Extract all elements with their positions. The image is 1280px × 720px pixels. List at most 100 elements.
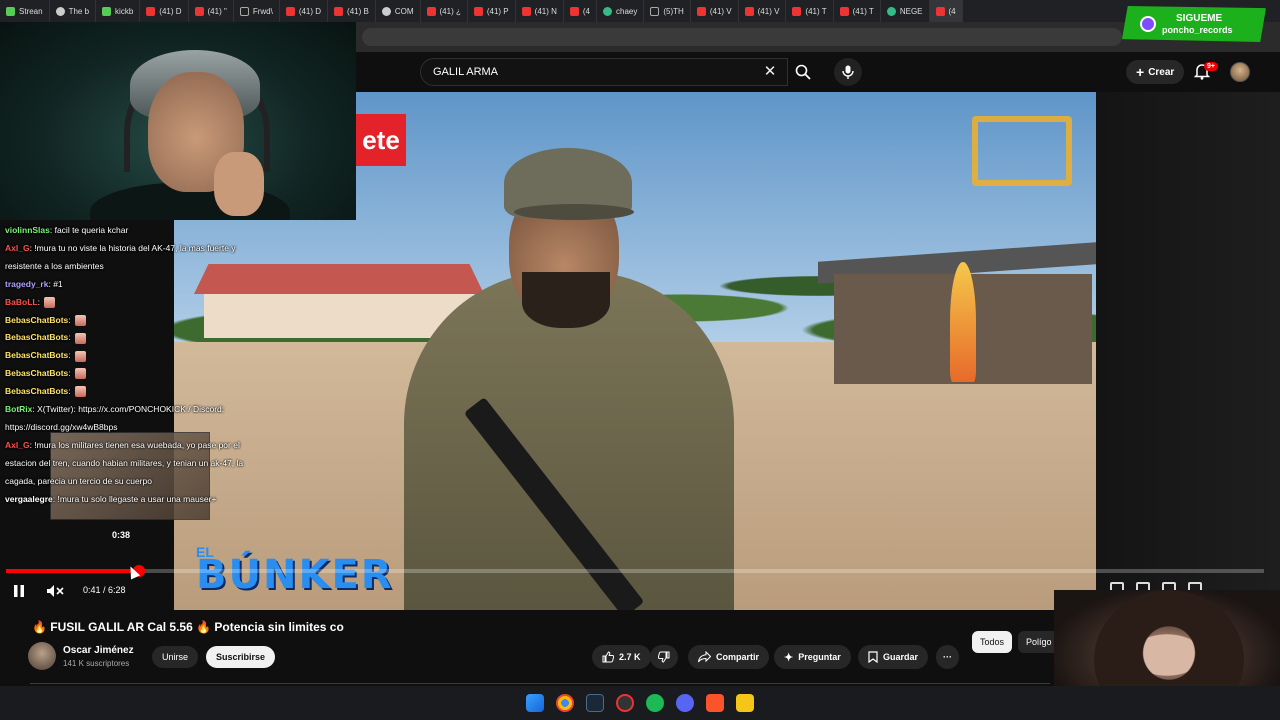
share-label: Compartir [716,652,760,662]
join-button[interactable]: Unirse [152,646,199,668]
chat-username[interactable]: Axl_G [5,440,30,450]
browser-tab[interactable]: chaey [597,0,645,22]
emote-icon [74,350,86,362]
chat-message: BaBoLL: [5,297,55,308]
video-title: 🔥 FUSIL GALIL AR Cal 5.56 🔥 Potencia sin… [32,620,344,634]
chip-all[interactable]: Todos [972,631,1013,653]
like-count: 2.7 K [619,652,641,662]
chat-username[interactable]: BebasChatBots [5,332,68,342]
youtube-icon [569,6,579,16]
browser-tab[interactable]: Strean [0,0,50,22]
browser-tab-label: (5)TH [663,6,684,16]
spotify-icon[interactable] [646,694,664,712]
video-frame-person-beard [522,272,610,328]
share-button[interactable]: Compartir [688,645,770,669]
browser-tab[interactable]: (41) P [468,0,516,22]
search-input[interactable]: GALIL ARMA [420,58,788,86]
browser-tab[interactable]: (41) T [834,0,881,22]
browser-tab[interactable]: The b [50,0,97,22]
thumbs-up-icon [602,651,614,663]
chat-message: Axl_G: !mura tu no viste la historia del… [5,243,236,254]
browser-tab[interactable]: (41) N [516,0,564,22]
clear-search-icon[interactable]: ✕ [760,62,780,82]
obs-icon[interactable] [616,694,634,712]
chat-username[interactable]: BebasChatBots [5,315,68,325]
start-menu-icon[interactable] [526,694,544,712]
chat-text: : [68,386,71,397]
browser-tab[interactable]: (4 [564,0,598,22]
browser-tab-label: (41) N [534,6,557,16]
file-explorer-icon[interactable] [736,694,754,712]
tiktok-icon [650,6,660,16]
account-avatar[interactable] [1230,62,1250,82]
subscribe-button[interactable]: Suscribirse [206,646,276,668]
youtube-icon [334,6,344,16]
browser-tab[interactable]: (41) V [691,0,739,22]
save-label: Guardar [883,652,919,662]
emote-icon [43,296,55,308]
browser-tab[interactable]: COM [376,0,421,22]
video-title-main: FUSIL GALIL AR Cal 5.56 [50,620,193,634]
browser-tab[interactable]: NEGE [881,0,930,22]
dislike-button[interactable] [650,645,678,669]
chat-text: : [68,368,71,379]
create-button[interactable]: + Crear [1126,60,1185,84]
chat-text: cagada, parecia un tercio de su cuerpo [5,475,152,486]
youtube-icon [194,6,204,16]
progress-bar[interactable] [6,565,1264,577]
chat-message: cagada, parecia un tercio de su cuerpo [5,476,152,487]
browser-tab[interactable]: (4 [929,0,963,22]
chat-username[interactable]: Axl_G [5,243,30,253]
kick-icon [6,6,15,16]
ask-button[interactable]: ✦ Preguntar [774,645,851,669]
channel-name[interactable]: Oscar Jiménez [63,645,134,656]
volume-muted-icon [47,585,64,597]
google-icon [603,6,613,16]
webcam-hand [214,152,264,216]
address-bar[interactable] [362,28,1122,46]
discord-icon[interactable] [676,694,694,712]
save-button[interactable]: Guardar [858,645,929,669]
browser-tab[interactable]: (41) B [328,0,376,22]
chat-username[interactable]: tragedy_rk [5,279,48,289]
browser-tab[interactable]: (41) V [739,0,787,22]
progress-hover-time: 0:38 [112,530,131,540]
chrome-icon[interactable] [556,694,574,712]
browser-tab-label: Frwd\ [252,6,273,16]
chat-username[interactable]: BotRix [5,404,32,414]
channel-avatar[interactable] [28,642,56,670]
fire-emoji: 🔥 [196,620,212,634]
browser-tab[interactable]: (41) T [786,0,834,22]
browser-tab-label: (4 [582,6,591,16]
browser-tab[interactable]: kickb [96,0,141,22]
steam-icon[interactable] [586,694,604,712]
like-button[interactable]: 2.7 K [592,645,651,669]
more-actions-button[interactable]: ··· [936,645,959,669]
voice-search-button[interactable] [834,58,862,86]
chat-message: BebasChatBots: [5,315,86,326]
browser-tab-label: NEGE [899,6,923,16]
browser-tab[interactable]: (5)TH [644,0,691,22]
browser-tab[interactable]: (41) D [280,0,329,22]
browser-tab[interactable]: (41) D [140,0,189,22]
chat-username[interactable]: vergaalegre [5,494,53,504]
more-icon: ··· [943,652,952,662]
browser-tab[interactable]: (41) ¿ [421,0,468,22]
chat-username[interactable]: violinnSlas [5,225,50,235]
mute-button[interactable] [46,584,64,598]
chat-username[interactable]: BebasChatBots [5,350,68,360]
youtube-icon [521,6,531,16]
chat-username[interactable]: BebasChatBots [5,386,68,396]
youtube-icon [744,6,754,16]
chat-username[interactable]: BebasChatBots [5,368,68,378]
chat-username[interactable]: BaBoLL [5,297,38,307]
brave-icon[interactable] [706,694,724,712]
pause-button[interactable] [12,584,26,598]
browser-tab-label: The b [68,6,90,16]
time-display: 0:41 / 6:28 [83,585,126,595]
search-button[interactable] [788,58,818,86]
browser-tab[interactable]: Frwd\ [234,0,280,22]
fire-emoji: 🔥 [32,620,47,634]
plus-icon: + [1136,64,1145,80]
browser-tab[interactable]: (41) " [189,0,234,22]
